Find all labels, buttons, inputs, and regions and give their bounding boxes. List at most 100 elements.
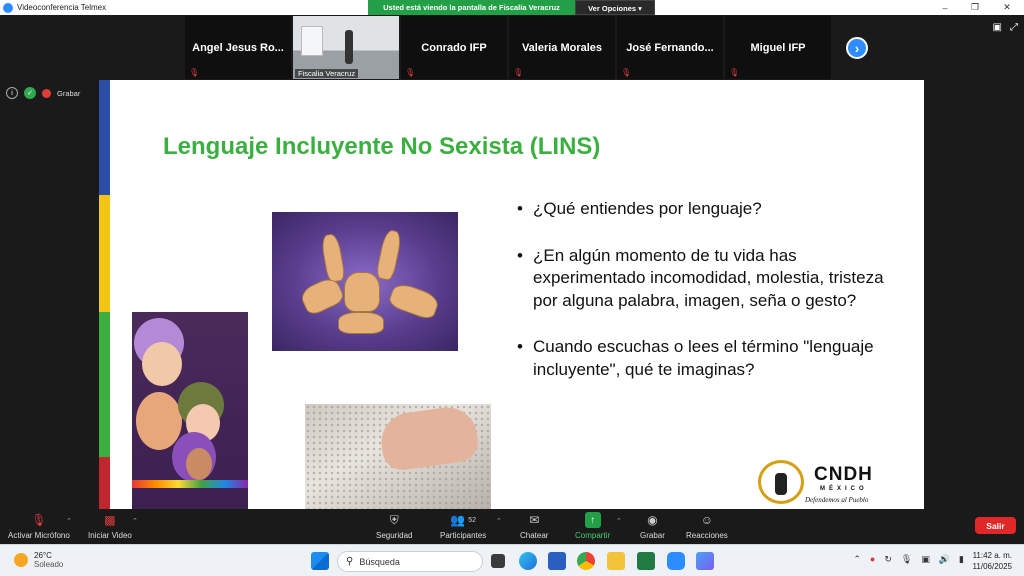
volume-icon[interactable]: 🔊 [939, 554, 950, 565]
search-placeholder: Búsqueda [359, 556, 400, 567]
share-button[interactable]: ↑ Compartir [575, 512, 610, 540]
layout-view-icon[interactable]: ▣ [993, 22, 1002, 33]
record-label: Grabar [640, 531, 665, 540]
sync-icon[interactable]: ↻ [884, 554, 892, 565]
participant-strip: Angel Jesus Ro... 🎙 Fiscalia Veracruz Co… [185, 16, 831, 79]
participants-count: 52 [468, 516, 476, 524]
cndh-logo: CNDH MÉXICO Defendemos al Pueblo [754, 458, 894, 508]
leave-button[interactable]: Salir [975, 517, 1016, 534]
next-participants-button[interactable]: › [846, 37, 868, 59]
chat-label: Chatear [520, 531, 549, 540]
share-options-caret[interactable]: ⌃ [616, 517, 622, 525]
view-controls: ▣ ⤢ [993, 22, 1018, 33]
cndh-emblem-icon [758, 460, 804, 504]
app-logo-icon [3, 2, 13, 13]
video-options-caret[interactable]: ⌃ [132, 517, 138, 525]
word-icon[interactable] [548, 552, 566, 570]
participants-options-caret[interactable]: ⌃ [496, 517, 502, 525]
participant-tile[interactable]: Conrado IFP 🎙 [401, 16, 507, 79]
bullet-list: • ¿Qué entiendes por lenguaje? • ¿En algún… [517, 198, 897, 405]
mic-muted-icon: 🎙 [729, 68, 740, 77]
security-shield-icon[interactable]: ✓ [24, 87, 36, 99]
record-icon: ◉ [647, 513, 658, 527]
bullet-item: • ¿En algún momento de tu vida has experi… [517, 245, 897, 313]
weather-widget[interactable]: 26°C Soleado [14, 551, 63, 569]
logo-brand: CNDH [814, 464, 873, 485]
photos-app-icon[interactable] [696, 552, 714, 570]
clock-date: 11/06/2025 [972, 562, 1012, 571]
meeting-toolbar: 🎙 Activar Micrófono ⌃ ▩ Iniciar Video ⌃ … [0, 509, 1024, 544]
chat-icon: ✉ [529, 513, 540, 527]
battery-icon[interactable]: ▮ [959, 554, 964, 565]
participant-name: Miguel IFP [750, 41, 806, 54]
share-label: Compartir [575, 531, 611, 540]
bullet-item: • Cuando escuchas o lees el término "leng… [517, 336, 897, 381]
record-button[interactable]: ◉ Grabar [640, 512, 665, 540]
search-icon: ⚲ [346, 556, 354, 567]
security-button[interactable]: ⛨ Seguridad [376, 512, 412, 541]
share-screen-icon: ↑ [584, 512, 601, 528]
participant-tile-video[interactable]: Fiscalia Veracruz [293, 16, 399, 79]
participant-name: Conrado IFP [421, 41, 487, 54]
zoom-app-icon[interactable] [667, 552, 685, 570]
participant-tile[interactable]: Miguel IFP 🎙 [725, 16, 831, 79]
video-off-icon: ▩ [104, 513, 116, 527]
fullscreen-icon[interactable]: ⤢ [1010, 22, 1018, 33]
participant-name: Valeria Morales [521, 41, 603, 54]
participant-tile[interactable]: Angel Jesus Ro... 🎙 [185, 16, 291, 79]
file-explorer-icon[interactable] [607, 552, 625, 570]
bullet-text: Cuando escuchas o lees el término "lengu… [533, 337, 874, 379]
color-bar-blue [99, 80, 110, 195]
start-video-button[interactable]: ▩ Iniciar Video [88, 512, 132, 540]
participant-name: José Fernando... [626, 41, 714, 54]
meeting-status: i ✓ Grabar [6, 87, 80, 99]
participant-tile[interactable]: Valeria Morales 🎙 [509, 16, 615, 79]
chat-button[interactable]: ✉ Chatear [520, 512, 548, 540]
audio-options-caret[interactable]: ⌃ [66, 517, 72, 525]
share-banner-message: Usted está viendo la pantalla de Fiscalí… [368, 0, 575, 15]
info-icon[interactable]: i [6, 87, 18, 99]
participants-button[interactable]: 👥 52 Participantes [440, 512, 486, 540]
taskbar-clock[interactable]: 11:42 a. m. 11/06/2025 [973, 550, 1012, 572]
network-icon[interactable]: ▣ [921, 554, 930, 565]
participant-name: Angel Jesus Ro... [192, 41, 284, 54]
start-video-label: Iniciar Video [88, 531, 132, 540]
shield-icon: ⛨ [389, 512, 399, 527]
participant-tile[interactable]: José Fernando... 🎙 [617, 16, 723, 79]
zoom-window: Videoconferencia Telmex – ❐ ✕ Usted está… [0, 0, 1024, 576]
record-status-label[interactable]: Grabar [57, 89, 80, 98]
video-projection-screen [301, 26, 323, 56]
edge-browser-icon[interactable] [519, 552, 537, 570]
windows-taskbar: 26°C Soleado ⚲ Búsqueda ⌃ ● ↻ 🎙 ▣ 🔊 ▮ 11… [0, 544, 1024, 576]
chrome-icon[interactable] [577, 552, 595, 570]
mic-off-icon: 🎙 [31, 513, 47, 527]
antivirus-icon[interactable]: ● [870, 554, 875, 565]
logo-motto: Defendemos al Pueblo [805, 496, 869, 504]
unmute-label: Activar Micrófono [8, 531, 70, 540]
reactions-button[interactable]: ☺ Reacciones [686, 512, 728, 540]
mic-muted-icon: 🎙 [405, 68, 416, 77]
mic-muted-icon: 🎙 [513, 68, 524, 77]
close-button[interactable]: ✕ [992, 0, 1022, 15]
weather-temp: 26°C [34, 551, 52, 560]
record-dot-icon [42, 88, 51, 98]
bullet-item: • ¿Qué entiendes por lenguaje? [517, 198, 897, 221]
mic-tray-icon[interactable]: 🎙 [901, 554, 912, 565]
clock-time: 11:42 a. m. [972, 551, 1012, 560]
bullet-text: ¿Qué entiendes por lenguaje? [533, 199, 762, 218]
unmute-button[interactable]: 🎙 Activar Micrófono [8, 512, 70, 540]
view-options-button[interactable]: Ver Opciones ▾ [575, 0, 655, 15]
weather-desc: Soleado [34, 560, 64, 569]
logo-country: MÉXICO [820, 486, 868, 492]
excel-icon[interactable] [637, 552, 655, 570]
start-button-icon[interactable] [311, 552, 329, 570]
restore-button[interactable]: ❐ [960, 0, 990, 15]
view-options-label: Ver Opciones [588, 4, 637, 13]
minimize-button[interactable]: – [930, 0, 960, 15]
task-view-icon[interactable] [491, 554, 505, 568]
screen-share-banner: Usted está viendo la pantalla de Fiscalí… [368, 0, 655, 15]
leave-label: Salir [986, 520, 1005, 531]
mic-muted-icon: 🎙 [189, 68, 200, 77]
taskbar-search[interactable]: ⚲ Búsqueda [337, 551, 483, 572]
tray-expand-icon[interactable]: ⌃ [853, 554, 861, 565]
